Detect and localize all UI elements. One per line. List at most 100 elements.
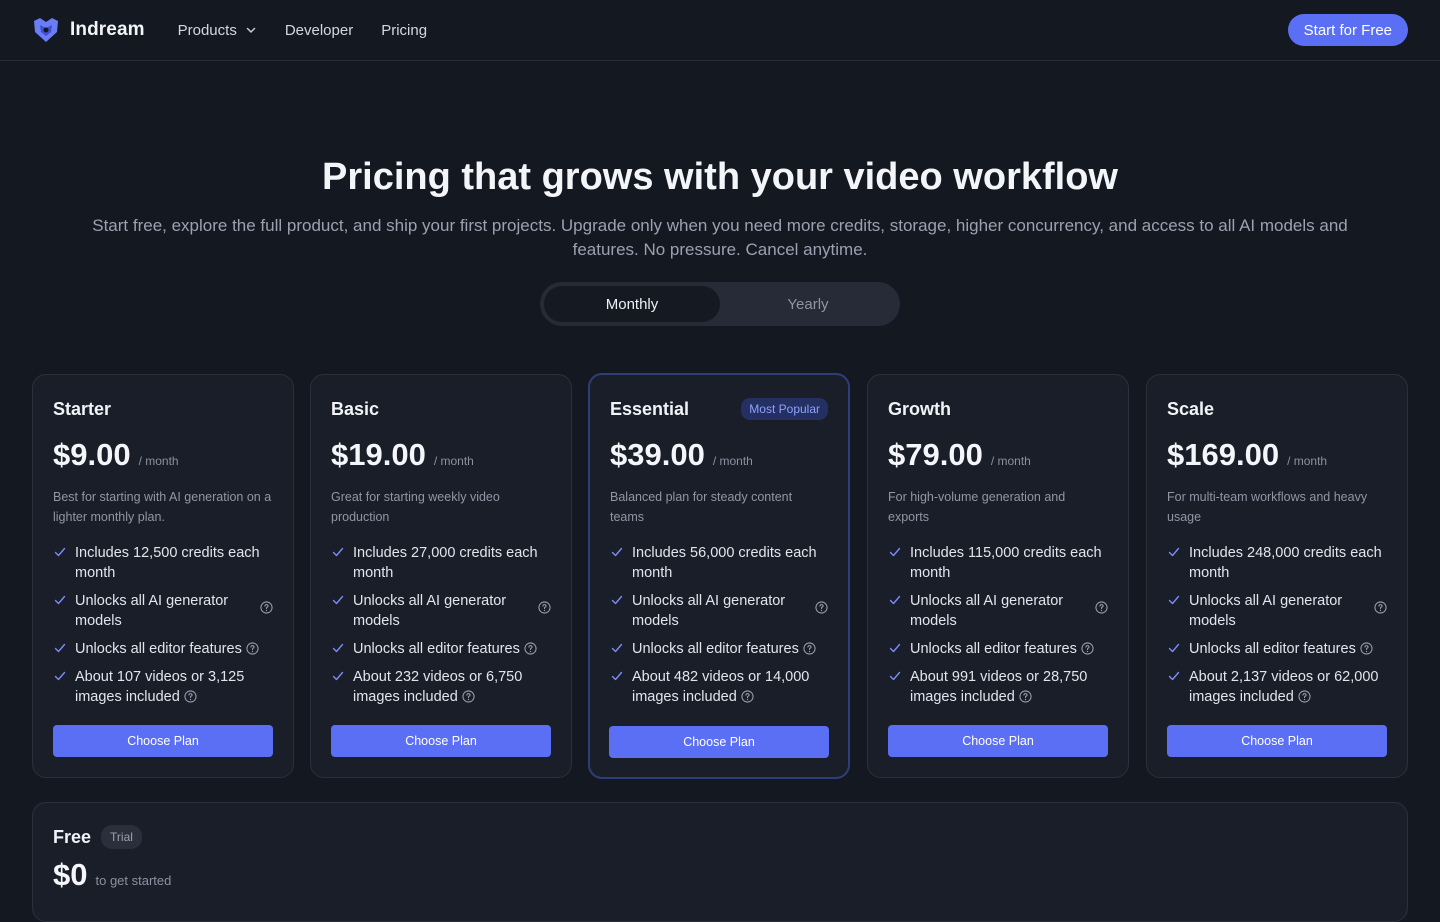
feature-item: Unlocks all AI generator models	[610, 591, 828, 631]
nav-products[interactable]: Products	[178, 22, 257, 39]
page-subtitle: Start free, explore the full product, an…	[92, 216, 1348, 259]
plan-name: Essential	[610, 398, 690, 419]
trial-badge: Trial	[101, 825, 142, 849]
plan-description: Best for starting with AI generation on …	[53, 490, 272, 524]
check-icon	[54, 595, 66, 605]
check-icon	[332, 671, 344, 681]
check-icon	[611, 547, 623, 557]
help-icon[interactable]	[803, 642, 816, 655]
feature-item: About 991 videos or 28,750 images includ…	[888, 667, 1108, 707]
feature-text: Unlocks all editor features	[1189, 641, 1356, 657]
plan-card-essential: Essential Most Popular $39.00 / month Balanc…	[588, 373, 850, 779]
help-icon[interactable]	[184, 690, 197, 703]
plan-card-scale: Scale $169.00 / month For multi-team workfl…	[1146, 374, 1408, 778]
check-icon	[889, 595, 901, 605]
free-plan-card: Free Trial $0 to get started	[32, 802, 1408, 922]
feature-item: Unlocks all AI generator models	[53, 591, 273, 631]
feature-text-wrap: Unlocks all editor features	[353, 639, 537, 659]
help-icon[interactable]	[260, 601, 273, 614]
feature-text-wrap: Unlocks all editor features	[1189, 639, 1373, 659]
choose-plan-button[interactable]: Choose Plan	[609, 726, 829, 758]
feature-item: About 107 videos or 3,125 images include…	[53, 667, 273, 707]
feature-text: Unlocks all editor features	[353, 641, 520, 657]
feature-text-wrap: About 991 videos or 28,750 images includ…	[910, 667, 1108, 707]
nav-pricing[interactable]: Pricing	[381, 22, 427, 39]
check-icon	[1168, 643, 1180, 653]
feature-text: Unlocks all AI generator models	[1189, 593, 1343, 629]
plan-description: For multi-team workflows and heavy usage	[1167, 490, 1368, 524]
start-for-free-button[interactable]: Start for Free	[1287, 14, 1408, 46]
feature-text: Includes 248,000 credits each month	[1189, 545, 1382, 581]
feature-item: Includes 12,500 credits each month	[53, 543, 273, 583]
choose-plan-button[interactable]: Choose Plan	[331, 725, 551, 757]
help-icon[interactable]	[1360, 642, 1373, 655]
toggle-monthly[interactable]: Monthly	[544, 286, 720, 322]
help-icon[interactable]	[1374, 601, 1387, 614]
plan-description: Great for starting weekly video producti…	[331, 490, 500, 524]
plan-card-basic: Basic $19.00 / month Great for starting wee…	[310, 374, 572, 778]
check-icon	[611, 643, 623, 653]
feature-text: Includes 115,000 credits each month	[910, 545, 1102, 581]
feature-item: About 2,137 videos or 62,000 images incl…	[1167, 667, 1387, 707]
help-icon[interactable]	[538, 601, 551, 614]
help-icon[interactable]	[741, 690, 754, 703]
feature-text-wrap: Unlocks all editor features	[910, 639, 1094, 659]
chevron-down-icon	[246, 27, 256, 34]
feature-list: Includes 27,000 credits each month Unlock…	[331, 543, 551, 707]
feature-item: Includes 115,000 credits each month	[888, 543, 1108, 583]
help-icon[interactable]	[1081, 642, 1094, 655]
plan-price: $169.00	[1167, 437, 1280, 472]
choose-plan-button[interactable]: Choose Plan	[888, 725, 1108, 757]
brand-logo[interactable]: Indream	[32, 16, 145, 44]
help-icon[interactable]	[1019, 690, 1032, 703]
plan-price: $19.00	[331, 437, 426, 472]
feature-text: Includes 12,500 credits each month	[75, 545, 260, 581]
help-icon[interactable]	[815, 601, 828, 614]
check-icon	[1168, 547, 1180, 557]
choose-plan-button[interactable]: Choose Plan	[1167, 725, 1387, 757]
feature-item: Unlocks all editor features	[610, 639, 828, 659]
choose-plan-button[interactable]: Choose Plan	[53, 725, 273, 757]
help-icon[interactable]	[246, 642, 259, 655]
check-icon	[1168, 595, 1180, 605]
feature-item: Unlocks all editor features	[331, 639, 551, 659]
nav-products-label: Products	[177, 21, 237, 39]
check-icon	[611, 595, 623, 605]
feature-text: About 991 videos or 28,750 images includ…	[910, 669, 1088, 705]
feature-text: Unlocks all AI generator models	[910, 593, 1064, 629]
free-plan-price: $0	[53, 857, 88, 892]
feature-text: About 232 videos or 6,750 images include…	[353, 669, 523, 705]
feature-text: Unlocks all AI generator models	[75, 593, 229, 629]
feature-text: Unlocks all editor features	[910, 641, 1077, 657]
feature-list: Includes 248,000 credits each month Unloc…	[1167, 543, 1387, 707]
help-icon[interactable]	[1298, 690, 1311, 703]
feature-item: Unlocks all AI generator models	[1167, 591, 1387, 631]
help-icon[interactable]	[462, 690, 475, 703]
plan-period: / month	[712, 454, 753, 468]
feature-text-wrap: About 482 videos or 14,000 images includ…	[632, 667, 828, 707]
plan-description: For high-volume generation and exports	[888, 490, 1066, 524]
help-icon[interactable]	[524, 642, 537, 655]
feature-text: About 482 videos or 14,000 images includ…	[632, 669, 810, 705]
check-icon	[54, 547, 66, 557]
feature-text: Includes 56,000 credits each month	[632, 545, 817, 581]
feature-item: About 232 videos or 6,750 images include…	[331, 667, 551, 707]
feature-text: Unlocks all editor features	[632, 641, 799, 657]
feature-text-wrap: Unlocks all editor features	[75, 639, 259, 659]
top-nav: Indream Products Developer Pricing Start…	[0, 0, 1440, 61]
most-popular-badge: Most Popular	[741, 398, 828, 420]
feature-text: About 107 videos or 3,125 images include…	[75, 669, 245, 705]
nav-links: Products Developer Pricing	[178, 22, 427, 39]
plan-cards: Starter $9.00 / month Best for starting wit…	[32, 373, 1408, 779]
plan-period: / month	[1287, 454, 1328, 468]
help-icon[interactable]	[1095, 601, 1108, 614]
plan-name: Starter	[53, 398, 112, 419]
feature-list: Includes 12,500 credits each month Unlock…	[53, 543, 273, 707]
plan-price: $79.00	[888, 437, 983, 472]
nav-developer[interactable]: Developer	[285, 22, 353, 39]
feature-text: Unlocks all AI generator models	[632, 593, 786, 629]
plan-name: Basic	[331, 398, 380, 419]
plan-period: / month	[990, 454, 1031, 468]
toggle-yearly[interactable]: Yearly	[720, 286, 896, 322]
plan-card-growth: Growth $79.00 / month For high-volume gener…	[867, 374, 1129, 778]
